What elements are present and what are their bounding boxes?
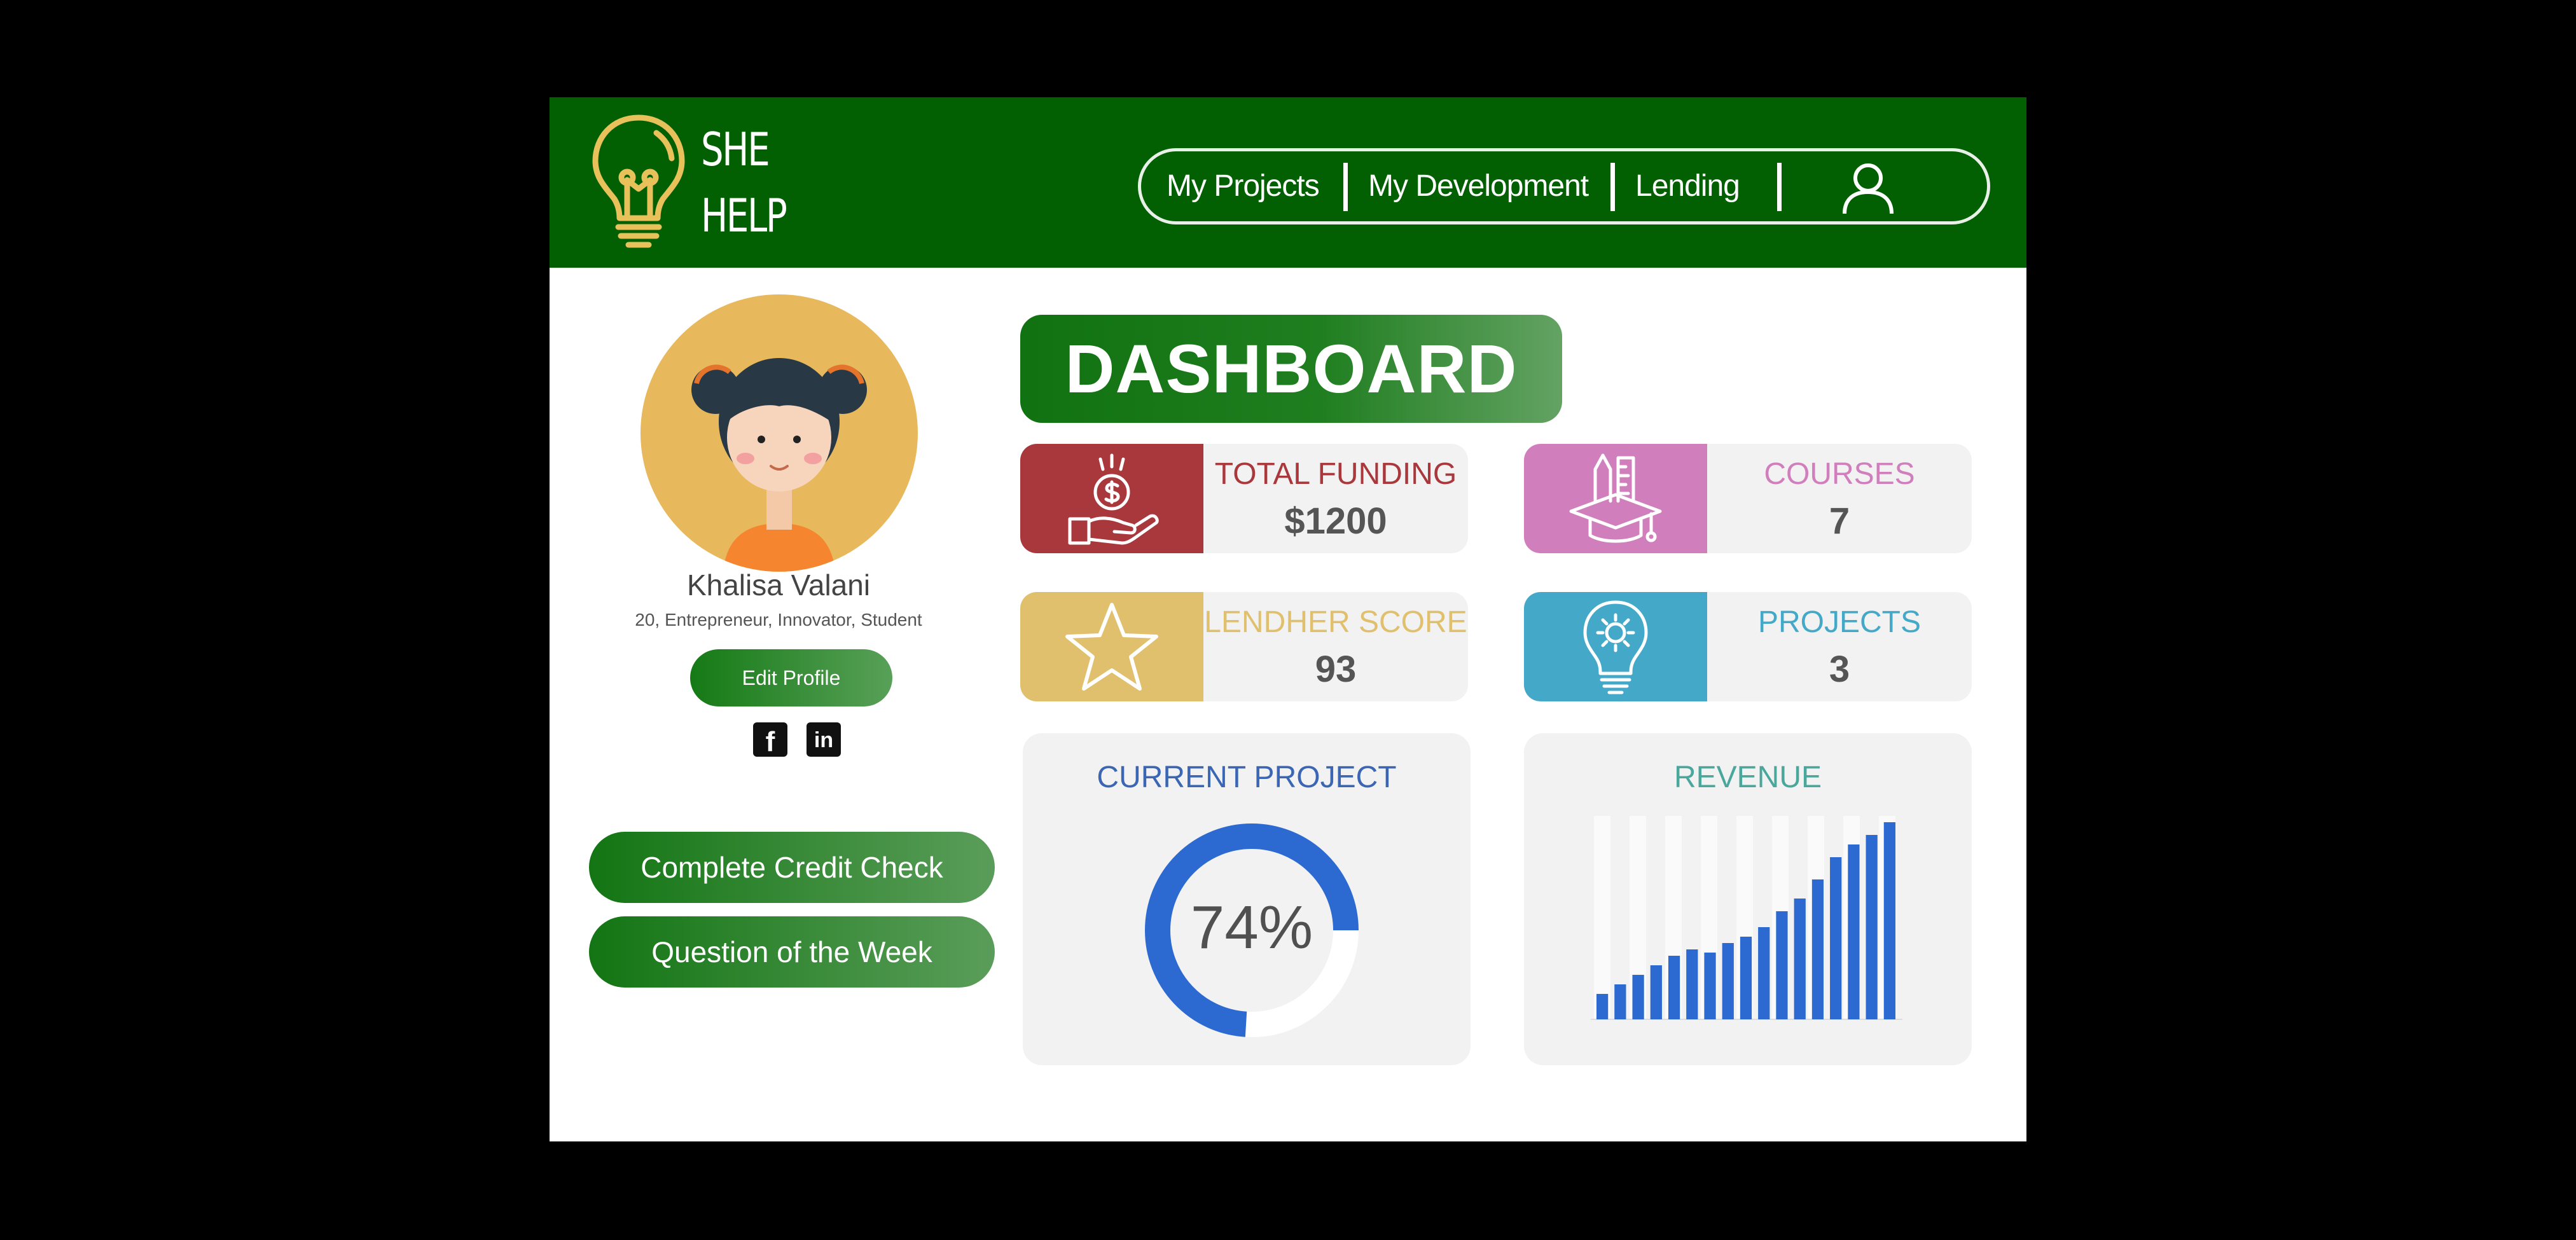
nav-my-development[interactable]: My Development [1368, 151, 1589, 221]
revenue-bar-chart [1591, 816, 1902, 1020]
brand-name: SHE HELP [701, 116, 800, 249]
revenue-bar [1883, 822, 1895, 1019]
revenue-bar [1704, 953, 1716, 1019]
lightbulb-gear-icon [1583, 600, 1648, 694]
revenue-bar [1632, 975, 1644, 1019]
revenue-bar [1722, 943, 1734, 1019]
total-funding-label: TOTAL FUNDING [1214, 457, 1457, 491]
girl-avatar-illustration [691, 358, 867, 572]
brand-line-1: SHE [701, 123, 770, 176]
revenue-bar [1866, 835, 1878, 1019]
projects-value: 3 [1829, 649, 1850, 690]
current-project-panel[interactable]: CURRENT PROJECT 74% [1023, 733, 1471, 1065]
main-nav: My Projects My Development Lending [1138, 148, 1990, 224]
nav-separator [1610, 163, 1615, 211]
user-icon[interactable] [1839, 159, 1897, 216]
facebook-icon[interactable]: f [753, 722, 787, 757]
chart-background-stripe [1594, 816, 1610, 1019]
question-of-the-week-button[interactable]: Question of the Week [589, 916, 995, 988]
revenue-bar [1668, 956, 1680, 1019]
projects-icon-box [1524, 592, 1707, 701]
current-project-title: CURRENT PROJECT [1097, 761, 1397, 794]
funding-icon-box [1020, 444, 1203, 553]
revenue-bar [1596, 994, 1609, 1019]
avatar [641, 294, 918, 572]
star-icon [1065, 603, 1158, 691]
dashboard-title: DASHBOARD [1020, 315, 1562, 423]
edit-profile-button[interactable]: Edit Profile [690, 649, 892, 706]
user-name: Khalisa Valani [686, 568, 871, 602]
nav-separator [1343, 163, 1348, 211]
brand-line-2: HELP [701, 189, 787, 242]
nav-separator [1777, 163, 1782, 211]
revenue-bar [1776, 911, 1788, 1019]
revenue-bar [1811, 879, 1824, 1019]
revenue-title: REVENUE [1673, 761, 1822, 794]
revenue-bar [1614, 984, 1626, 1019]
revenue-bar [1848, 844, 1860, 1019]
user-tagline: 20, Entrepreneur, Innovator, Student [635, 610, 922, 630]
linkedin-icon[interactable]: in [807, 722, 841, 757]
revenue-panel[interactable]: REVENUE [1524, 733, 1972, 1065]
app-window: SHE HELP My Projects My Development Lend… [550, 97, 2026, 1141]
money-hand-icon [1068, 453, 1159, 545]
revenue-bar [1830, 857, 1842, 1019]
lightbulb-logo-icon [592, 114, 685, 248]
courses-card[interactable]: COURSES 7 [1524, 444, 1972, 553]
nav-lending[interactable]: Lending [1635, 151, 1740, 221]
revenue-bar [1740, 937, 1752, 1019]
lendher-score-label: LENDHER SCORE [1204, 605, 1467, 639]
projects-card[interactable]: PROJECTS 3 [1524, 592, 1972, 701]
revenue-bar [1686, 949, 1698, 1019]
revenue-bar [1794, 899, 1806, 1019]
header: SHE HELP My Projects My Development Lend… [550, 97, 2026, 268]
score-icon-box [1020, 592, 1203, 701]
lendher-score-card[interactable]: LENDHER SCORE 93 [1020, 592, 1468, 701]
projects-label: PROJECTS [1757, 605, 1922, 639]
nav-my-projects[interactable]: My Projects [1167, 151, 1320, 221]
complete-credit-check-button[interactable]: Complete Credit Check [589, 832, 995, 903]
graduation-cap-icon [1569, 453, 1662, 543]
courses-icon-box [1524, 444, 1707, 553]
courses-label: COURSES [1764, 457, 1915, 491]
courses-value: 7 [1829, 500, 1850, 542]
total-funding-value: $1200 [1284, 500, 1387, 542]
revenue-bar [1758, 927, 1770, 1019]
progress-donut: 74% [1145, 823, 1359, 1037]
total-funding-card[interactable]: TOTAL FUNDING $1200 [1020, 444, 1468, 553]
progress-percent-label: 74% [1191, 893, 1313, 961]
lendher-score-value: 93 [1315, 649, 1357, 690]
revenue-bar [1650, 965, 1662, 1019]
